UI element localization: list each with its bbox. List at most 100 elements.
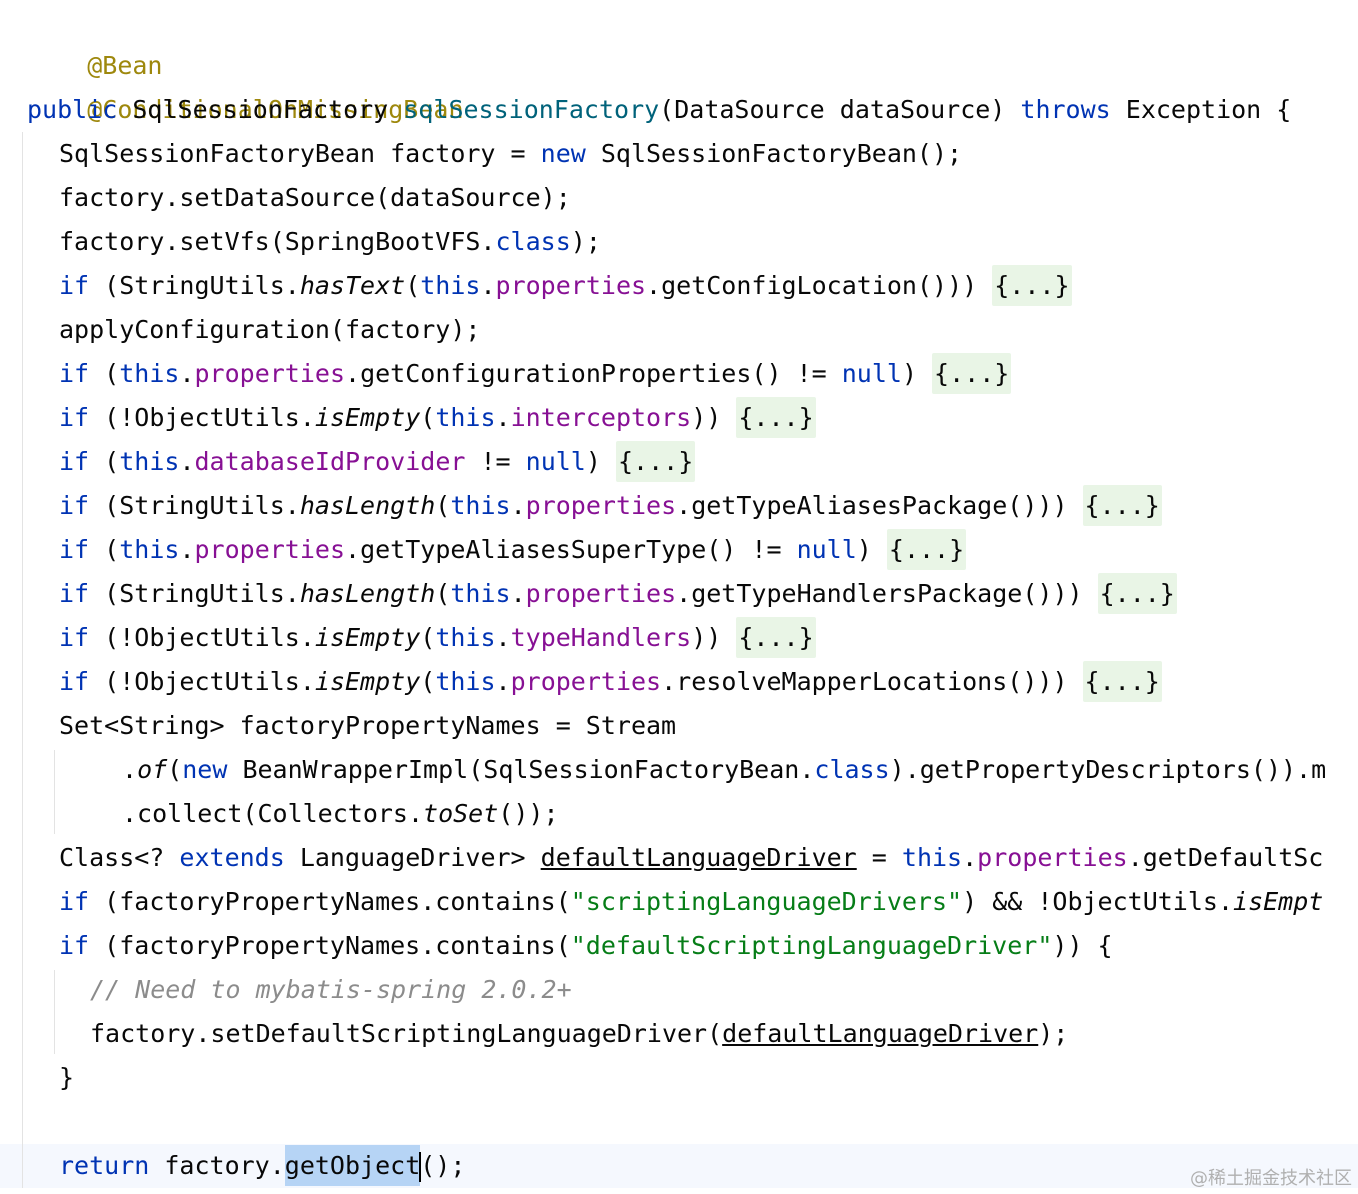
keyword-this: this bbox=[119, 535, 180, 564]
keyword-class: class bbox=[495, 227, 571, 256]
code-text: ( bbox=[435, 491, 451, 520]
code-text: ); bbox=[1038, 1019, 1069, 1048]
folded-region[interactable]: {...} bbox=[736, 617, 816, 658]
keyword-null: null bbox=[841, 359, 902, 388]
code-line-20[interactable]: Class<? extends LanguageDriver> defaultL… bbox=[59, 836, 1323, 880]
code-text: . bbox=[962, 843, 978, 872]
code-line-10[interactable]: if (!ObjectUtils.isEmpty(this.intercepto… bbox=[59, 396, 816, 440]
code-text: (StringUtils. bbox=[89, 579, 300, 608]
code-line-22[interactable]: if (factoryPropertyNames.contains("defau… bbox=[59, 924, 1113, 968]
keyword-if: if bbox=[59, 931, 90, 960]
code-text: ( bbox=[420, 403, 436, 432]
code-text: (!ObjectUtils. bbox=[89, 403, 315, 432]
code-line-17[interactable]: Set<String> factoryPropertyNames = Strea… bbox=[59, 704, 676, 748]
code-line-6[interactable]: factory.setVfs(SpringBootVFS.class); bbox=[59, 220, 601, 264]
code-line-11[interactable]: if (this.databaseIdProvider != null) {..… bbox=[59, 440, 696, 484]
static-method: hasText bbox=[299, 271, 406, 300]
code-line-27[interactable]: return factory.getObject(); bbox=[59, 1144, 465, 1188]
field-ref: properties bbox=[977, 843, 1128, 872]
folded-region[interactable]: {...} bbox=[932, 353, 1012, 394]
keyword-if: if bbox=[59, 491, 90, 520]
code-text: ( bbox=[167, 755, 183, 784]
indent-guide-if-block bbox=[54, 970, 55, 1054]
code-line-13[interactable]: if (this.properties.getTypeAliasesSuperT… bbox=[59, 528, 967, 572]
code-line-4[interactable]: SqlSessionFactoryBean factory = new SqlS… bbox=[59, 132, 962, 176]
keyword-null: null bbox=[525, 447, 586, 476]
keyword-null: null bbox=[796, 535, 857, 564]
folded-region[interactable]: {...} bbox=[992, 265, 1072, 306]
code-line-3[interactable]: public SqlSessionFactory sqlSessionFacto… bbox=[27, 88, 1291, 132]
code-text: factory. bbox=[149, 1151, 285, 1180]
code-line-24[interactable]: factory.setDefaultScriptingLanguageDrive… bbox=[90, 1012, 1068, 1056]
keyword-if: if bbox=[59, 447, 90, 476]
code-line-14[interactable]: if (StringUtils.hasLength(this.propertie… bbox=[59, 572, 1177, 616]
code-line-16[interactable]: if (!ObjectUtils.isEmpty(this.properties… bbox=[59, 660, 1162, 704]
folded-region[interactable]: {...} bbox=[886, 529, 967, 570]
keyword-if: if bbox=[59, 271, 90, 300]
line-comment: // Need to mybatis-spring 2.0.2+ bbox=[90, 975, 572, 1004]
code-text: ()); bbox=[498, 799, 559, 828]
static-method: hasLength bbox=[299, 579, 436, 608]
code-line-19[interactable]: .collect(Collectors.toSet()); bbox=[122, 792, 559, 836]
code-line-15[interactable]: if (!ObjectUtils.isEmpty(this.typeHandle… bbox=[59, 616, 816, 660]
code-text: .getConfigLocation())) bbox=[646, 271, 993, 300]
code-text: .resolveMapperLocations())) bbox=[661, 667, 1083, 696]
selected-identifier[interactable]: getObject bbox=[284, 1145, 421, 1186]
code-text: .getDefaultSc bbox=[1127, 843, 1324, 872]
code-text: (!ObjectUtils. bbox=[89, 667, 315, 696]
code-line-23[interactable]: // Need to mybatis-spring 2.0.2+ bbox=[90, 968, 572, 1012]
code-text: (factoryPropertyNames.contains( bbox=[89, 887, 571, 916]
field-ref: properties bbox=[525, 491, 677, 520]
watermark: @稀土掘金技术社区 bbox=[1190, 1168, 1352, 1189]
keyword-throws: throws bbox=[1020, 95, 1111, 124]
code-text: ) && !ObjectUtils. bbox=[962, 887, 1234, 916]
field-ref: properties bbox=[510, 667, 662, 696]
code-text: ) bbox=[585, 447, 616, 476]
code-text: ( bbox=[89, 359, 120, 388]
code-line-7[interactable]: if (StringUtils.hasText(this.properties.… bbox=[59, 264, 1072, 308]
field-ref: databaseIdProvider bbox=[194, 447, 466, 476]
code-text: . bbox=[495, 623, 511, 652]
indent-guide-stream-chain bbox=[54, 750, 55, 834]
code-editor[interactable]: @Bean @ConditionalOnMissingBean public S… bbox=[0, 0, 1358, 1194]
code-text: } bbox=[59, 1063, 75, 1092]
code-line-21[interactable]: if (factoryPropertyNames.contains("scrip… bbox=[59, 880, 1323, 924]
keyword-this: this bbox=[420, 271, 481, 300]
code-text: ) bbox=[901, 359, 933, 388]
code-line-8[interactable]: applyConfiguration(factory); bbox=[59, 308, 480, 352]
code-line-25[interactable]: } bbox=[59, 1056, 74, 1100]
keyword-this: this bbox=[119, 359, 180, 388]
keyword-extends: extends bbox=[179, 843, 285, 872]
code-text: . bbox=[179, 359, 195, 388]
folded-region[interactable]: {...} bbox=[615, 441, 696, 482]
folded-region[interactable]: {...} bbox=[736, 397, 816, 438]
code-line-9[interactable]: if (this.properties.getConfigurationProp… bbox=[59, 352, 1012, 396]
code-line-12[interactable]: if (StringUtils.hasLength(this.propertie… bbox=[59, 484, 1162, 528]
folded-region[interactable]: {...} bbox=[1097, 573, 1177, 614]
folded-region[interactable]: {...} bbox=[1082, 485, 1162, 526]
code-text: . bbox=[510, 491, 526, 520]
keyword-this: this bbox=[450, 579, 511, 608]
code-line-5[interactable]: factory.setDataSource(dataSource); bbox=[59, 176, 571, 220]
keyword-this: this bbox=[119, 447, 180, 476]
code-text: (); bbox=[420, 1151, 466, 1180]
keyword-new: new bbox=[182, 755, 228, 784]
string-literal: "scriptingLanguageDrivers" bbox=[570, 887, 963, 916]
keyword-public: public bbox=[27, 95, 118, 124]
code-text: = bbox=[856, 843, 902, 872]
indent-guide-method bbox=[22, 132, 23, 1188]
code-line-18[interactable]: .of(new BeanWrapperImpl(SqlSessionFactor… bbox=[122, 748, 1326, 792]
folded-region[interactable]: {...} bbox=[1082, 661, 1162, 702]
code-text: ( bbox=[420, 667, 436, 696]
code-text: )) { bbox=[1052, 931, 1113, 960]
code-text: (!ObjectUtils. bbox=[89, 623, 315, 652]
keyword-this: this bbox=[435, 403, 496, 432]
code-line-2[interactable]: @ConditionalOnMissingBean bbox=[27, 44, 463, 124]
field-ref: properties bbox=[194, 535, 346, 564]
code-line-1[interactable]: @Bean bbox=[27, 0, 162, 80]
code-text: Class<? bbox=[59, 843, 180, 872]
static-method: hasLength bbox=[299, 491, 436, 520]
code-text: ( bbox=[89, 535, 120, 564]
static-method: isEmpty bbox=[314, 403, 421, 432]
code-text: )) bbox=[691, 403, 737, 432]
